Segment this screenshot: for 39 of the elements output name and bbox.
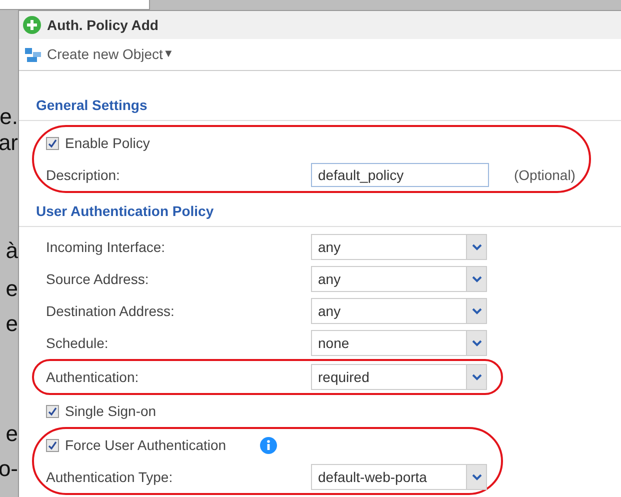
dropdown[interactable]: default-web-porta — [311, 464, 487, 490]
checkbox[interactable] — [46, 136, 59, 150]
plus-icon — [23, 16, 41, 34]
description-field[interactable]: default_policy — [311, 163, 489, 187]
text-fragment: e — [6, 278, 18, 300]
chevron-down-icon — [472, 474, 482, 480]
chevron-down-icon — [472, 276, 482, 282]
objects-icon — [25, 46, 41, 62]
dropdown[interactable]: required — [311, 364, 487, 390]
text-fragment: e. — [0, 106, 18, 128]
field-label: Destination Address: — [46, 302, 176, 320]
dropdown[interactable]: any — [311, 298, 487, 324]
text-fragment: à — [6, 240, 18, 262]
dropdown[interactable]: any — [311, 234, 487, 260]
chevron-down-icon — [472, 308, 482, 314]
optional-note: (Optional) — [514, 166, 576, 185]
text-fragment: e — [6, 313, 18, 335]
field-label: Authentication: — [46, 368, 140, 386]
checkbox[interactable] — [46, 404, 59, 418]
checkbox[interactable] — [46, 438, 59, 452]
field-label: Source Address: — [46, 270, 150, 288]
dialog-title: Auth. Policy Add — [47, 16, 158, 35]
chevron-down-icon — [472, 244, 482, 250]
checkbox-label: Enable Policy — [65, 134, 150, 153]
chevron-down-icon — [472, 340, 482, 346]
dropdown[interactable]: none — [311, 330, 487, 356]
text-fragment: e — [6, 423, 18, 445]
field-label: Schedule: — [46, 334, 110, 352]
section-heading: General Settings — [19, 95, 621, 121]
checkbox-label: Force User Authentication — [65, 436, 226, 454]
field-label: Incoming Interface: — [46, 238, 166, 257]
checkbox-label: Single Sign-on — [65, 402, 156, 421]
dropdown[interactable]: any — [311, 266, 487, 292]
field-label: Authentication Type: — [46, 468, 174, 487]
info-icon[interactable] — [260, 436, 278, 454]
create-object-button[interactable]: Create new Object▼ — [25, 44, 174, 65]
chevron-down-icon — [472, 374, 482, 380]
section-heading: User Authentication Policy — [19, 201, 621, 227]
field-label: Description: — [46, 166, 121, 185]
